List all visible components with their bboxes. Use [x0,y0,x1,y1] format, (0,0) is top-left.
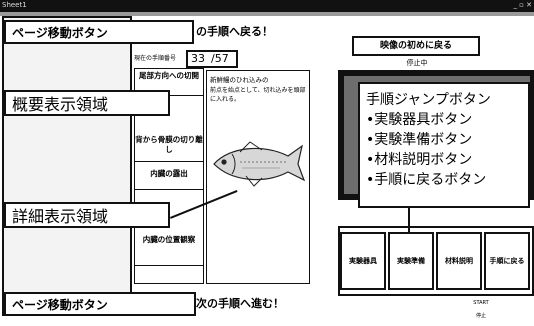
detail-text: 前点を始点として、切れ込みを頭部に入れる。 [210,87,306,103]
window-controls[interactable]: _ ▫ ✕ [496,1,532,10]
jump-callout-title: 手順ジャンプボタン [366,92,491,108]
step-total: /57 [211,52,229,65]
jump-callout-item: •実験器具ボタン [366,112,473,128]
detail-area-callout: 詳細表示領域 [4,202,170,228]
jump-callout-item: •手順に戻るボタン [366,172,487,188]
jump-buttons-callout: 手順ジャンプボタン •実験器具ボタン •実験準備ボタン •材料説明ボタン •手順… [358,82,530,208]
left-panel-frame [2,16,132,316]
experiment-tools-button[interactable]: 実験器具 [340,232,386,290]
overview-item[interactable]: 内臓の露出 [135,167,203,190]
next-step-text: 次の手順へ進む！ [196,297,284,310]
overview-area-callout: 概要表示領域 [4,90,170,116]
detail-title: 新鮮鰻のひれ込みの [210,76,269,84]
step-counter: 33/57 [186,50,238,68]
material-info-button[interactable]: 材料説明 [436,232,482,290]
step-current: 33 [191,52,205,65]
prev-step-text: の手順へ戻る！ [196,25,273,38]
back-to-steps-button[interactable]: 手順に戻る [484,232,530,290]
window-title: Sheet1 [2,1,27,9]
window-title-bar [0,0,534,12]
jump-callout-item: •実験準備ボタン [366,132,473,148]
next-page-label: ページ移動ボタン [12,297,108,312]
next-page-button[interactable]: ページ移動ボタン [4,292,196,316]
overview-item[interactable]: 内臓の位置観察 [135,233,203,266]
start-label[interactable]: START [466,300,496,308]
prev-page-button[interactable]: ページ移動ボタン [4,20,194,44]
video-status: 停止中 [406,59,428,67]
experiment-prep-button[interactable]: 実験準備 [388,232,434,290]
step-number-label: 現在の手順番号 [134,55,177,62]
prev-page-label: ページ移動ボタン [12,25,108,40]
overview-item[interactable]: 背から骨膜の切り離し [135,133,203,162]
jump-callout-leader [408,208,410,234]
overview-area-callout-text: 概要表示領域 [12,95,109,114]
jump-callout-item: •材料説明ボタン [366,152,473,168]
detail-area-callout-text: 詳細表示領域 [12,207,109,226]
video-restart-button[interactable]: 映像の初めに戻る [352,36,480,56]
stop-label[interactable]: 停止 [466,312,496,320]
